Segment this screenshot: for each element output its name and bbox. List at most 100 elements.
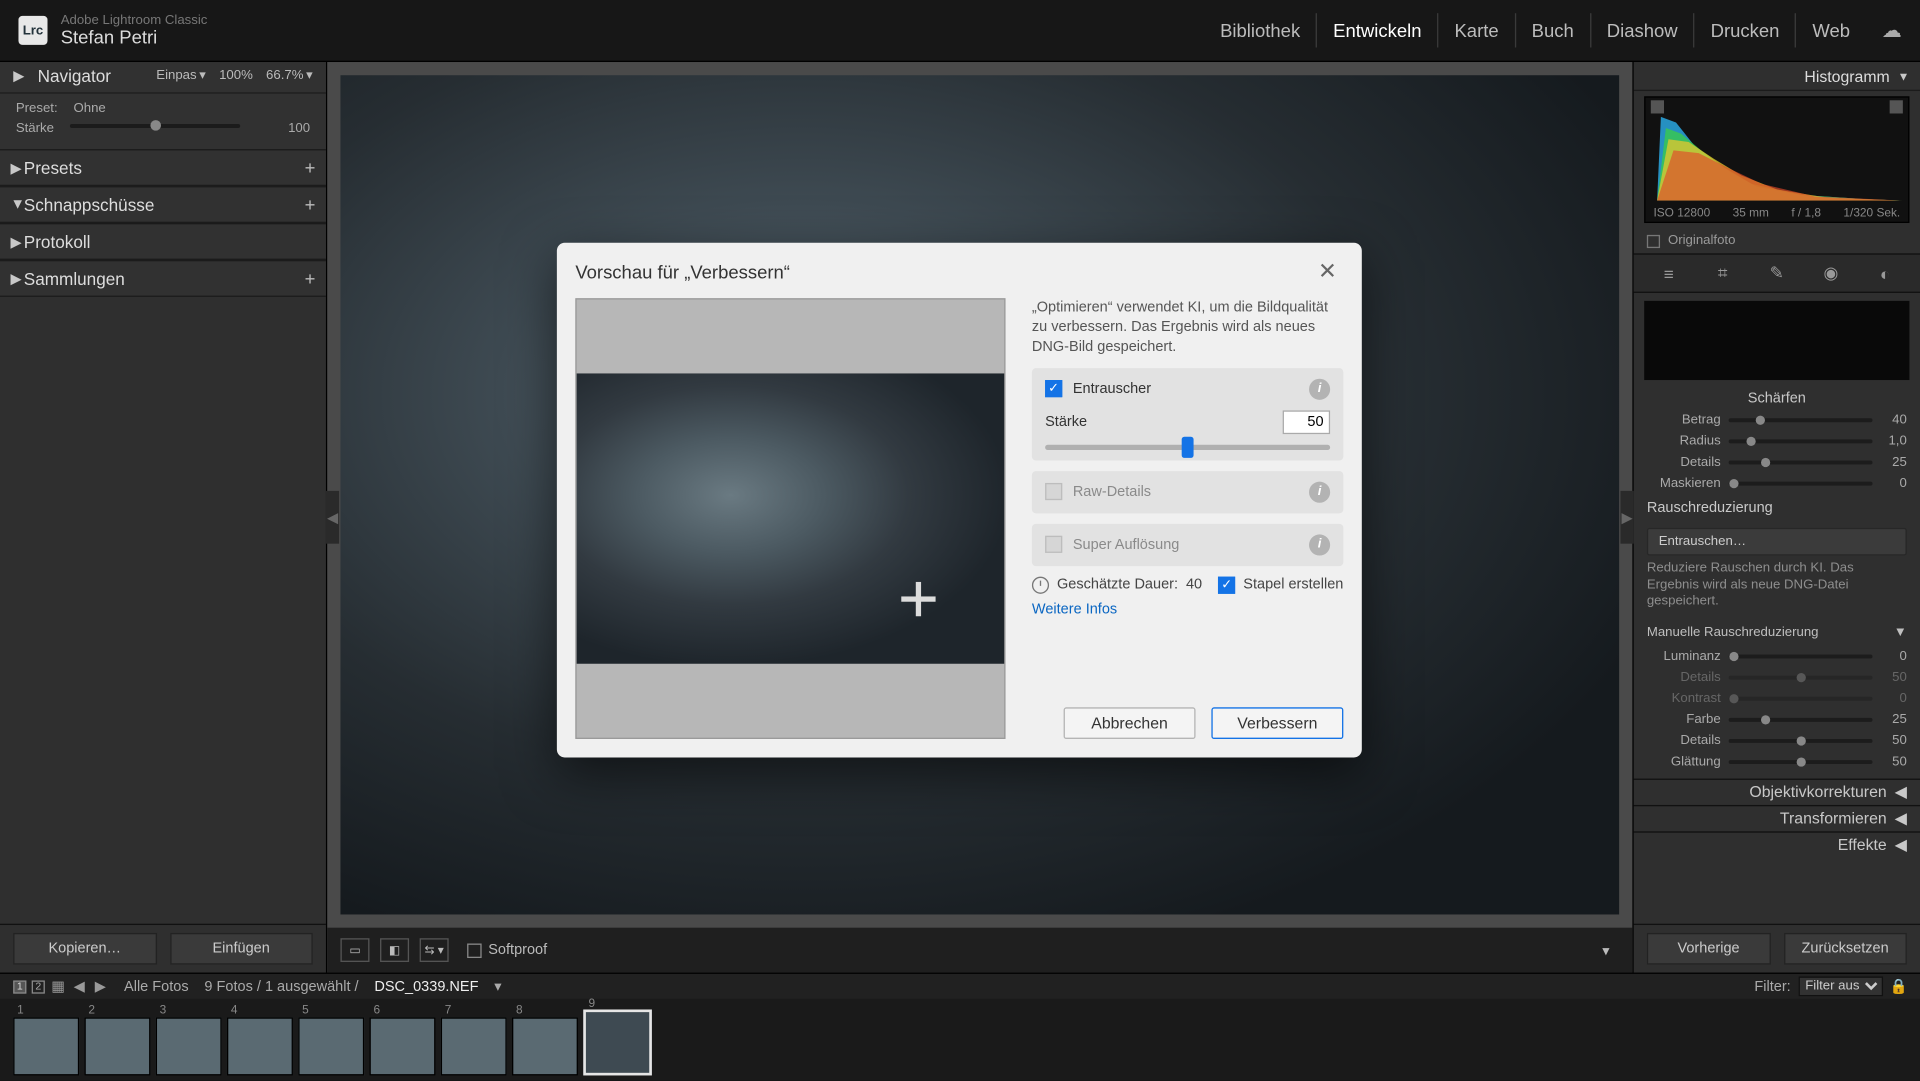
original-checkbox[interactable]	[1647, 234, 1660, 247]
param-slider[interactable]	[1729, 481, 1873, 485]
softproof-toggle[interactable]: Softproof	[467, 942, 547, 958]
param-label: Kontrast	[1647, 691, 1721, 706]
more-info-link[interactable]: Weitere Infos	[1032, 601, 1343, 617]
histogram[interactable]: ISO 12800 35 mm f / 1,8 1/320 Sek.	[1644, 96, 1909, 223]
scope-label[interactable]: Alle Fotos	[124, 978, 189, 994]
panel-effects[interactable]: Effekte◀	[1634, 831, 1920, 857]
zoom-100[interactable]: 100%	[219, 69, 253, 84]
panel-lens[interactable]: Objektivkorrekturen◀	[1634, 778, 1920, 804]
before-after-lr-icon[interactable]: ◧	[380, 938, 409, 962]
panel-collections[interactable]: ▶Sammlungen+	[0, 260, 326, 297]
filmstrip-thumb[interactable]: 8	[512, 1017, 578, 1075]
panel-presets[interactable]: ▶Presets+	[0, 149, 326, 186]
preset-value[interactable]: Ohne	[73, 102, 105, 117]
raw-details-checkbox	[1045, 483, 1062, 500]
param-slider[interactable]	[1729, 439, 1873, 443]
info-icon[interactable]: i	[1309, 481, 1330, 502]
nav-back-icon[interactable]: ◀	[71, 978, 87, 994]
super-res-checkbox[interactable]	[1045, 536, 1062, 553]
before-after-swap-icon[interactable]: ⇆ ▾	[420, 938, 449, 962]
sharpen-title: Schärfen	[1634, 388, 1920, 409]
copy-button[interactable]: Kopieren…	[13, 933, 156, 965]
enhance-button[interactable]: Verbessern	[1211, 707, 1343, 739]
tool-strip: ≡ ⌗ ✎ ◉ ◐	[1634, 253, 1920, 293]
zoom-66[interactable]: 66.7% ▾	[266, 69, 313, 84]
nav-print[interactable]: Drucken	[1695, 13, 1797, 47]
previous-button[interactable]: Vorherige	[1647, 933, 1770, 965]
nav-book[interactable]: Buch	[1516, 13, 1591, 47]
cancel-button[interactable]: Abbrechen	[1064, 707, 1196, 739]
detail-preview[interactable]	[1644, 301, 1909, 380]
chevron-down-icon[interactable]: ▼	[1894, 625, 1907, 640]
filmstrip-thumb[interactable]: 9	[583, 1009, 652, 1075]
strength-input[interactable]	[1283, 410, 1331, 434]
collapse-right-icon[interactable]: ▶	[1620, 491, 1633, 544]
screen-2-icon[interactable]: 2	[32, 980, 45, 993]
strength-label: Stärke	[1045, 414, 1098, 430]
param-slider[interactable]	[1729, 760, 1873, 764]
strength-slider[interactable]	[1045, 444, 1330, 449]
param-label: Glättung	[1647, 755, 1721, 770]
crosshair-icon	[901, 582, 935, 616]
panel-snapshots[interactable]: ▼Schnappschüsse+	[0, 186, 326, 223]
filmstrip-thumb[interactable]: 4	[227, 1017, 293, 1075]
denoise-button[interactable]: Entrauschen…	[1647, 528, 1907, 556]
loupe-view-icon[interactable]: ▭	[340, 938, 369, 962]
param-slider[interactable]	[1729, 418, 1873, 422]
param-value: 0	[1880, 649, 1906, 664]
info-icon[interactable]: i	[1309, 378, 1330, 399]
nav-map[interactable]: Karte	[1439, 13, 1516, 47]
filmstrip-thumb[interactable]: 2	[84, 1017, 150, 1075]
screen-1-icon[interactable]: 1	[13, 980, 26, 993]
cloud-icon[interactable]: ☁	[1882, 18, 1902, 42]
selection-count: 9 Fotos / 1 ausgewählt /	[204, 978, 358, 994]
filmstrip-thumb[interactable]: 5	[298, 1017, 364, 1075]
nav-slideshow[interactable]: Diashow	[1591, 13, 1695, 47]
fit-select[interactable]: Einpas ▾	[156, 69, 206, 84]
param-label: Farbe	[1647, 713, 1721, 728]
nav-develop[interactable]: Entwickeln	[1317, 13, 1438, 47]
info-icon[interactable]: i	[1309, 534, 1330, 555]
file-dropdown-icon[interactable]: ▾	[494, 978, 501, 995]
param-slider[interactable]	[1729, 676, 1873, 680]
chevron-down-icon[interactable]: ▼	[1898, 69, 1910, 82]
reset-button[interactable]: Zurücksetzen	[1783, 933, 1906, 965]
enhance-preview[interactable]	[575, 298, 1005, 739]
edit-sliders-icon[interactable]: ≡	[1655, 260, 1681, 286]
toolbar-more-icon[interactable]: ▾	[1593, 938, 1619, 962]
grid-icon[interactable]: ▦	[50, 978, 66, 994]
raw-details-label: Raw-Details	[1073, 484, 1151, 500]
filmstrip-thumb[interactable]: 3	[156, 1017, 222, 1075]
collapse-left-icon[interactable]: ◀	[326, 491, 339, 544]
close-icon[interactable]: ✕	[1311, 256, 1343, 288]
param-slider[interactable]	[1729, 739, 1873, 743]
mask-icon[interactable]: ◐	[1872, 260, 1898, 286]
filter-select[interactable]: Filter aus	[1799, 976, 1883, 996]
filter-lock-icon[interactable]: 🔒	[1891, 978, 1907, 994]
param-slider[interactable]	[1729, 718, 1873, 722]
param-label: Details	[1647, 734, 1721, 749]
denoise-checkbox[interactable]: ✓	[1045, 380, 1062, 397]
chevron-right-icon[interactable]: ▶	[13, 67, 24, 84]
filmstrip-thumb[interactable]: 6	[369, 1017, 435, 1075]
filmstrip-thumb[interactable]: 1	[13, 1017, 79, 1075]
filmstrip-thumb[interactable]: 7	[441, 1017, 507, 1075]
panel-transform[interactable]: Transformieren◀	[1634, 804, 1920, 830]
app-badge: Lrc	[18, 16, 47, 45]
param-slider[interactable]	[1729, 460, 1873, 464]
nav-fwd-icon[interactable]: ▶	[92, 978, 108, 994]
time-label: Geschätzte Dauer:	[1057, 577, 1178, 593]
nav-library[interactable]: Bibliothek	[1204, 13, 1317, 47]
redeye-icon[interactable]: ◉	[1818, 260, 1844, 286]
param-slider[interactable]	[1729, 697, 1873, 701]
paste-button[interactable]: Einfügen	[170, 933, 313, 965]
heal-icon[interactable]: ✎	[1764, 260, 1790, 286]
stack-checkbox[interactable]: ✓	[1218, 576, 1235, 593]
param-value: 0	[1880, 476, 1906, 491]
panel-history[interactable]: ▶Protokoll	[0, 223, 326, 260]
dialog-title: Vorschau für „Verbessern“	[575, 261, 1311, 282]
param-slider[interactable]	[1729, 655, 1873, 659]
nav-web[interactable]: Web	[1797, 13, 1866, 47]
param-value: 0	[1880, 691, 1906, 706]
crop-icon[interactable]: ⌗	[1710, 260, 1736, 286]
